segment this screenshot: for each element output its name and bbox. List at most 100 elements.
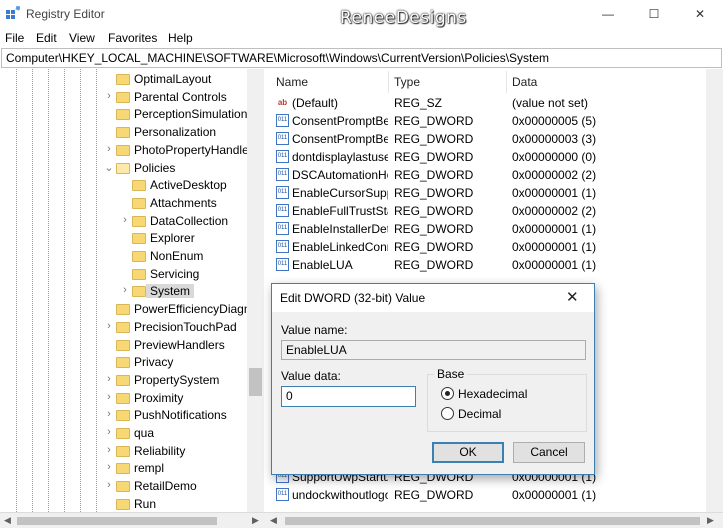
chevron-right-icon[interactable]: ›: [120, 284, 130, 296]
menu-view[interactable]: View: [69, 31, 95, 45]
decimal-radio[interactable]: [441, 407, 454, 420]
maximize-icon: ☐: [648, 7, 660, 21]
chevron-right-icon[interactable]: ›: [120, 214, 130, 226]
tree-item[interactable]: Privacy: [0, 354, 247, 372]
scroll-left-arrow-icon[interactable]: ◀: [270, 515, 277, 526]
chevron-right-icon[interactable]: ›: [104, 426, 114, 438]
registry-editor-icon: [6, 6, 20, 19]
value-type: REG_DWORD: [394, 168, 474, 182]
scroll-right-arrow-icon[interactable]: ▶: [252, 515, 259, 526]
tree-item[interactable]: › System: [0, 283, 247, 301]
menu-favorites[interactable]: Favorites: [108, 31, 157, 45]
tree-item[interactable]: › PropertySystem: [0, 372, 247, 390]
chevron-right-icon[interactable]: ›: [104, 408, 114, 420]
tree-item[interactable]: › PhotoPropertyHandle: [0, 142, 249, 160]
tree-item-label: Proximity: [134, 390, 184, 405]
tree-item[interactable]: › rempl: [0, 460, 247, 478]
chevron-right-icon[interactable]: ›: [104, 90, 114, 102]
tree-item[interactable]: Personalization: [0, 124, 247, 142]
column-separator[interactable]: [388, 71, 389, 93]
maximize-button[interactable]: ☐: [631, 0, 677, 28]
tree-item[interactable]: › PrecisionTouchPad: [0, 319, 247, 337]
chevron-right-icon[interactable]: ›: [104, 320, 114, 332]
tree-item[interactable]: › qua: [0, 425, 247, 443]
tree-horizontal-thumb[interactable]: [17, 517, 217, 525]
value-row[interactable]: 011ConsentPromptBehaviorAdmin REG_DWORD 0x…: [266, 112, 723, 130]
column-separator[interactable]: [506, 71, 507, 93]
tree-item[interactable]: › DataCollection: [0, 213, 247, 231]
folder-icon: [116, 410, 130, 422]
watermark-text: ReneeDesigns: [340, 8, 467, 28]
value-row[interactable]: 011ConsentPromptBehaviorUser REG_DWORD 0x0…: [266, 130, 723, 148]
dword-value-icon: 011: [276, 150, 289, 163]
tree-item-label: System: [146, 284, 195, 299]
value-type: REG_DWORD: [394, 222, 474, 236]
dword-value-icon: 011: [276, 132, 289, 145]
value-row[interactable]: 011EnableCursorSuppression REG_DWORD 0x000…: [266, 184, 723, 202]
chevron-right-icon[interactable]: ›: [104, 444, 114, 456]
tree-item[interactable]: › Reliability: [0, 443, 247, 461]
column-header-type[interactable]: Type: [394, 75, 420, 89]
column-header-name[interactable]: Name: [276, 75, 308, 89]
tree-item[interactable]: › RetailDemo: [0, 478, 247, 496]
value-row[interactable]: 011dontdisplaylastusername REG_DWORD 0x000…: [266, 148, 723, 166]
chevron-down-icon[interactable]: ⌄: [104, 161, 114, 174]
chevron-right-icon[interactable]: ›: [104, 143, 114, 155]
scroll-left-arrow-icon[interactable]: ◀: [4, 515, 11, 526]
value-row[interactable]: 011 EnableLUA REG_DWORD 0x00000001 (1): [266, 256, 723, 274]
tree-item-label: DataCollection: [150, 213, 229, 228]
tree-scroll-thumb[interactable]: [249, 368, 262, 396]
decimal-label[interactable]: Decimal: [458, 407, 501, 421]
tree-item-label: RetailDemo: [134, 479, 197, 494]
hexadecimal-label[interactable]: Hexadecimal: [458, 387, 527, 401]
list-vertical-scrollbar[interactable]: [706, 69, 723, 514]
tree-item-label: rempl: [134, 461, 165, 476]
tree-item[interactable]: › Proximity: [0, 390, 247, 408]
value-row[interactable]: ab (Default) REG_SZ (value not set): [266, 94, 723, 112]
menu-edit[interactable]: Edit: [36, 31, 57, 45]
column-header-data[interactable]: Data: [512, 75, 537, 89]
value-name-label: Value name:: [281, 323, 348, 337]
chevron-right-icon[interactable]: ›: [104, 373, 114, 385]
menu-help[interactable]: Help: [168, 31, 193, 45]
scroll-right-arrow-icon[interactable]: ▶: [707, 515, 714, 526]
tree-item-label: Reliability: [134, 443, 186, 458]
tree-item[interactable]: Servicing: [0, 266, 247, 284]
value-data-input[interactable]: 0: [281, 386, 416, 407]
tree-item[interactable]: ⌄ Policies: [0, 160, 247, 178]
chevron-right-icon[interactable]: ›: [104, 461, 114, 473]
value-row[interactable]: 011EnableFullTrustStartupTasks REG_DWORD 0…: [266, 202, 723, 220]
tree-item[interactable]: PowerEfficiencyDiagn: [0, 301, 251, 319]
menu-file[interactable]: File: [5, 31, 24, 45]
tree-item[interactable]: NonEnum: [0, 248, 247, 266]
tree-item[interactable]: › PushNotifications: [0, 407, 247, 425]
tree-vertical-scrollbar[interactable]: [247, 69, 264, 514]
tree-item[interactable]: Attachments: [0, 195, 247, 213]
tree-item[interactable]: OptimalLayout: [0, 71, 247, 89]
value-row[interactable]: 011DSCAutomationHostEnabled REG_DWORD 0x00…: [266, 166, 723, 184]
chevron-right-icon[interactable]: ›: [104, 479, 114, 491]
chevron-right-icon[interactable]: ›: [104, 391, 114, 403]
close-button[interactable]: ✕: [677, 0, 723, 28]
cancel-button[interactable]: Cancel: [513, 442, 585, 463]
tree-item[interactable]: › Parental Controls: [0, 89, 247, 107]
tree-item[interactable]: Run: [0, 496, 247, 514]
tree-item[interactable]: Explorer: [0, 230, 247, 248]
minimize-button[interactable]: —: [585, 0, 631, 28]
ok-button[interactable]: OK: [432, 442, 504, 463]
tree-item-label: Privacy: [134, 355, 174, 370]
dialog-close-icon[interactable]: ✕: [566, 288, 579, 306]
tree-item[interactable]: ActiveDesktop: [0, 177, 247, 195]
value-row[interactable]: 011EnableInstallerDetection REG_DWORD 0x00…: [266, 220, 723, 238]
value-row[interactable]: 011 undockwithoutlogon REG_DWORD 0x00000001…: [266, 486, 723, 504]
tree-item-label: PreviewHandlers: [134, 337, 225, 352]
tree-item[interactable]: PerceptionSimulation: [0, 106, 247, 124]
address-bar[interactable]: Computer\HKEY_LOCAL_MACHINE\SOFTWARE\Mic…: [1, 48, 722, 68]
value-row[interactable]: 011EnableLinkedConnections REG_DWORD 0x000…: [266, 238, 723, 256]
hexadecimal-radio[interactable]: [441, 387, 454, 400]
tree-item-label: Explorer: [150, 231, 195, 246]
tree-item[interactable]: PreviewHandlers: [0, 337, 247, 355]
value-data: 0x00000001 (1): [512, 488, 597, 502]
list-horizontal-thumb[interactable]: [285, 517, 700, 525]
horizontal-scrollbar[interactable]: ◀ ▶ ◀ ▶: [0, 512, 723, 528]
